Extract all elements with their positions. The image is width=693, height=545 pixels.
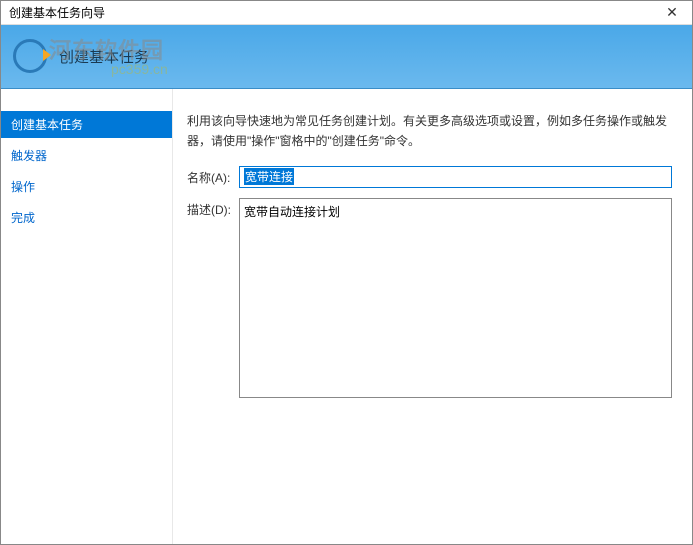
wizard-sidebar: 创建基本任务 触发器 操作 完成 (1, 89, 173, 544)
sidebar-item-create-task[interactable]: 创建基本任务 (1, 111, 172, 138)
name-input[interactable]: 宽带连接 (239, 166, 672, 188)
sidebar-item-action[interactable]: 操作 (1, 173, 172, 200)
desc-label: 描述(D): (187, 198, 239, 218)
sidebar-item-trigger[interactable]: 触发器 (1, 142, 172, 169)
wizard-icon (13, 39, 49, 75)
wizard-header: 创建基本任务 河东软件园 pc359.cn (1, 25, 692, 89)
window-title: 创建基本任务向导 (9, 4, 105, 21)
titlebar: 创建基本任务向导 ✕ (1, 1, 692, 25)
desc-textarea[interactable] (239, 198, 672, 398)
desc-row: 描述(D): (187, 198, 672, 398)
name-value-selected: 宽带连接 (244, 168, 294, 185)
main-panel: 利用该向导快速地为常见任务创建计划。有关更多高级选项或设置，例如多任务操作或触发… (173, 89, 692, 544)
content-area: 创建基本任务 触发器 操作 完成 利用该向导快速地为常见任务创建计划。有关更多高… (1, 89, 692, 544)
close-button[interactable]: ✕ (652, 1, 692, 25)
sidebar-item-finish[interactable]: 完成 (1, 204, 172, 231)
wizard-header-title: 创建基本任务 (59, 46, 149, 67)
intro-text: 利用该向导快速地为常见任务创建计划。有关更多高级选项或设置，例如多任务操作或触发… (187, 111, 672, 152)
name-row: 名称(A): 宽带连接 (187, 166, 672, 188)
name-label: 名称(A): (187, 166, 239, 186)
